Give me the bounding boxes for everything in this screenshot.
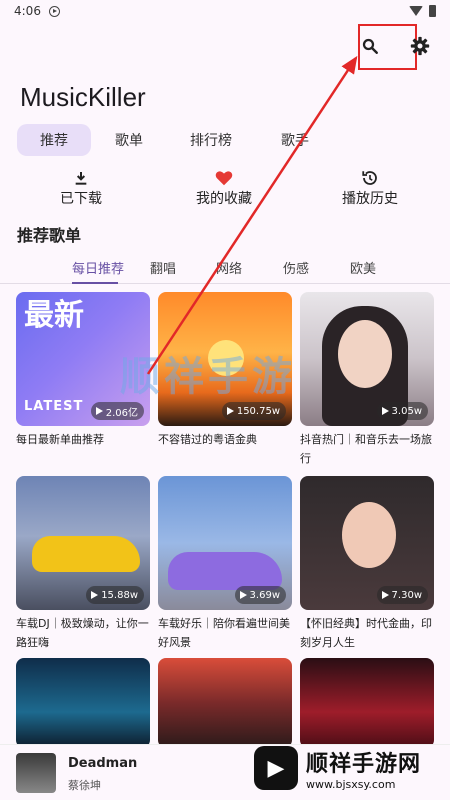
car-image [168, 552, 282, 590]
media-notification-icon [48, 5, 60, 17]
play-count: 15.88w [101, 589, 138, 601]
section-title: 推荐歌单 [17, 226, 82, 245]
playlist-card[interactable] [158, 658, 292, 748]
tab-recommend[interactable]: 推荐 [17, 124, 91, 156]
playlist-title: 【怀旧经典】时代金曲，印刻岁月人生 [300, 617, 432, 649]
play-count-badge: 3.69w [234, 586, 286, 604]
cover-latest-text: LATEST [24, 399, 84, 414]
status-bar: 4:06 [0, 0, 450, 22]
cat-tab-western[interactable]: 欧美 [350, 258, 376, 277]
playlist-card[interactable]: 7.30w 【怀旧经典】时代金曲，印刻岁月人生 [300, 476, 434, 652]
gear-icon [410, 36, 430, 56]
search-icon [362, 38, 378, 54]
watermark-logo-icon: ▶ [254, 746, 298, 790]
play-count-badge: 3.05w [376, 402, 428, 420]
playlist-cover: 15.88w [16, 476, 150, 610]
wifi-icon [409, 6, 423, 16]
watermark-title: 顺祥手游网 [306, 751, 422, 777]
search-button[interactable] [352, 28, 388, 64]
category-tabs: 每日推荐 翻唱 网络 伤感 欧美 [0, 252, 450, 284]
now-playing-artist: 蔡徐坤 [68, 779, 101, 792]
play-count-badge: 15.88w [86, 586, 144, 604]
downloaded-label: 已下载 [60, 191, 102, 207]
status-time: 4:06 [14, 4, 41, 18]
playlist-cover: 3.69w [158, 476, 292, 610]
downloaded-button[interactable]: 已下载 [58, 168, 104, 208]
history-label: 播放历史 [342, 191, 398, 207]
playlist-card[interactable]: 3.69w 车载好乐｜陪你看遍世间美好风景 [158, 476, 292, 652]
tab-charts[interactable]: 排行榜 [167, 124, 255, 156]
top-actions [352, 28, 438, 64]
play-count: 3.69w [249, 589, 280, 601]
playlist-cover: 7.30w [300, 476, 434, 610]
playlist-title: 车载DJ｜极致燥动，让你一路狂嗨 [16, 617, 149, 649]
heart-icon [215, 168, 233, 188]
now-playing-cover [16, 753, 56, 793]
play-count-badge: 2.06亿 [90, 402, 144, 420]
favorites-button[interactable]: 我的收藏 [194, 168, 254, 208]
play-icon [381, 591, 389, 599]
tab-artists[interactable]: 歌手 [263, 124, 327, 156]
portrait-face [338, 320, 392, 388]
playlist-card[interactable]: 3.05w 抖音热门｜和音乐去一场旅行 [300, 292, 434, 468]
watermark-overlay-text: 顺祥手游 [120, 354, 296, 400]
play-count-badge: 7.30w [376, 586, 428, 604]
play-icon [226, 407, 234, 415]
cat-tab-indicator [72, 282, 118, 284]
settings-button[interactable] [402, 28, 438, 64]
quick-actions: 已下载 我的收藏 播放历史 [0, 168, 450, 212]
play-count: 3.05w [391, 405, 422, 417]
play-icon [91, 591, 99, 599]
tab-playlists[interactable]: 歌单 [93, 124, 165, 156]
car-image [32, 536, 140, 572]
cat-tab-internet[interactable]: 网络 [216, 258, 242, 277]
play-count: 150.75w [236, 405, 280, 417]
play-count: 2.06亿 [105, 407, 138, 419]
download-icon [73, 168, 89, 188]
play-icon [95, 407, 103, 415]
history-button[interactable]: 播放历史 [340, 168, 400, 208]
now-playing-song: Deadman [68, 756, 138, 771]
playlist-cover: 3.05w [300, 292, 434, 426]
portrait-face [342, 502, 396, 568]
cover-title-text: 最新 [24, 298, 84, 333]
play-icon [239, 591, 247, 599]
cat-tab-cover[interactable]: 翻唱 [150, 258, 176, 277]
play-count-badge: 150.75w [221, 402, 286, 420]
playlist-cover [158, 658, 292, 748]
playlist-title: 车载好乐｜陪你看遍世间美好风景 [158, 617, 290, 649]
playlist-title: 每日最新单曲推荐 [16, 433, 104, 446]
playlist-title: 抖音热门｜和音乐去一场旅行 [300, 433, 432, 465]
history-icon [361, 168, 379, 188]
playlist-card[interactable] [300, 658, 434, 748]
playlist-cover [16, 658, 150, 748]
cat-tab-daily[interactable]: 每日推荐 [72, 258, 124, 277]
play-icon [381, 407, 389, 415]
playlist-cover [300, 658, 434, 748]
top-tabs: 推荐 歌单 排行榜 歌手 [17, 124, 327, 156]
watermark-url: www.bjsxsy.com [306, 777, 396, 791]
app-title: MusicKiller [20, 82, 146, 112]
favorites-label: 我的收藏 [196, 191, 252, 207]
playlist-title: 不容错过的粤语金典 [158, 433, 257, 446]
play-count: 7.30w [391, 589, 422, 601]
playlist-card[interactable]: 15.88w 车载DJ｜极致燥动，让你一路狂嗨 [16, 476, 150, 652]
playlist-card[interactable] [16, 658, 150, 748]
site-watermark: ▶ 顺祥手游网 www.bjsxsy.com [254, 742, 444, 794]
cat-tab-sad[interactable]: 伤感 [283, 258, 309, 277]
battery-icon [429, 5, 436, 17]
